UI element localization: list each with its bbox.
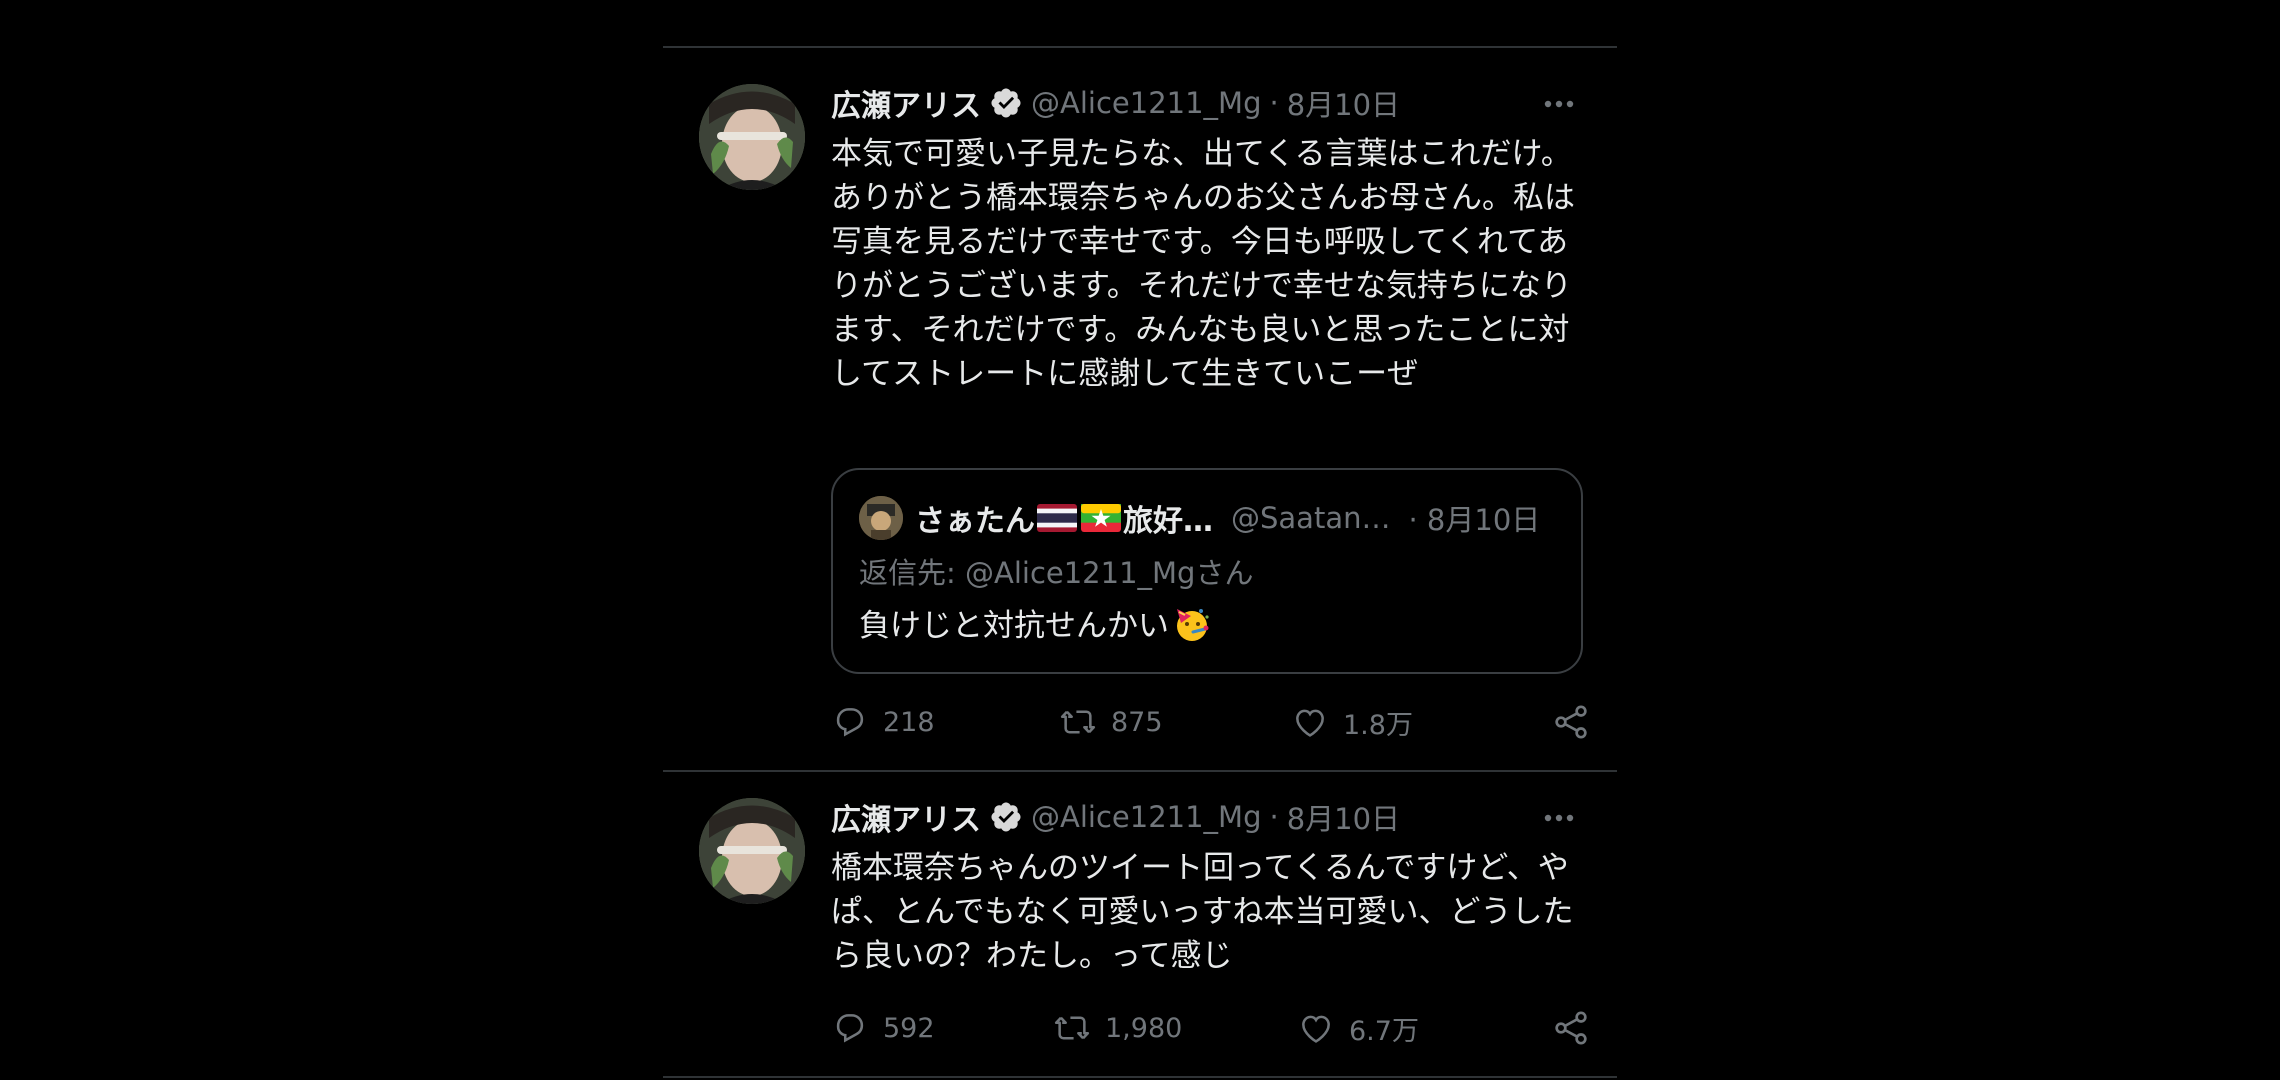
retweet-icon: [1060, 710, 1096, 734]
author-handle[interactable]: @Alice1211_Mg: [1031, 800, 1261, 834]
quoted-date: · 8月10日: [1408, 503, 1541, 537]
retweet-button[interactable]: 875: [1059, 700, 1163, 744]
retweet-button[interactable]: 1,980: [1053, 1006, 1182, 1050]
verified-badge-icon: [991, 802, 1021, 832]
reply-button[interactable]: 218: [831, 700, 935, 744]
share-icon[interactable]: [1551, 702, 1591, 742]
reply-icon: [836, 1014, 864, 1043]
verified-badge-icon: [991, 88, 1021, 118]
like-button[interactable]: 6.7万: [1297, 1006, 1419, 1050]
tweet-header: 広瀬アリス @Alice1211_Mg · 8月10日: [831, 81, 1400, 125]
avatar[interactable]: [699, 798, 805, 904]
quoted-header: さぁたん 旅好… @Saatan… · 8月10日: [915, 496, 1540, 540]
tweet[interactable]: 広瀬アリス @Alice1211_Mg · 8月10日 本気で可愛い子見たらな、…: [663, 48, 1617, 770]
like-count: 1.8万: [1343, 709, 1413, 741]
separator-dot: ·: [1269, 800, 1279, 834]
tweet-date[interactable]: 8月10日: [1287, 796, 1400, 838]
tweet-text: 本気で可愛い子見たらな、出てくる言葉はこれだけ。 ありがとう橋本環奈ちゃんのお父…: [831, 136, 1575, 392]
separator-dot: ·: [1269, 86, 1279, 120]
retweet-count: 1,980: [1105, 1012, 1183, 1044]
author-name[interactable]: 広瀬アリス: [831, 81, 981, 125]
reply-count: 218: [883, 706, 935, 738]
more-options-icon[interactable]: [1539, 84, 1579, 124]
myanmar-flag-icon: [1081, 504, 1121, 532]
heart-icon: [1296, 709, 1324, 737]
quoted-author-name-prefix: さぁたん: [915, 504, 1035, 539]
like-button[interactable]: 1.8万: [1291, 700, 1413, 744]
retweet-icon: [1054, 1016, 1090, 1040]
quoted-text-row: 負けじと対抗せんかい: [859, 600, 1211, 645]
tweet-actions: 592 1,980 6.7万: [831, 1006, 1591, 1050]
timeline-feed: 広瀬アリス @Alice1211_Mg · 8月10日 本気で可愛い子見たらな、…: [663, 0, 1617, 1080]
reply-icon: [836, 708, 864, 737]
quoted-author-name-suffix: 旅好…: [1123, 504, 1213, 539]
share-icon[interactable]: [1551, 1008, 1591, 1048]
divider: [663, 1076, 1617, 1078]
retweet-count: 875: [1111, 706, 1163, 738]
quoted-text: 負けじと対抗せんかい: [859, 608, 1169, 644]
thailand-flag-icon: [1037, 504, 1077, 532]
heart-icon: [1302, 1015, 1330, 1043]
party-face-emoji-icon: [1177, 608, 1209, 641]
author-name[interactable]: 広瀬アリス: [831, 795, 981, 839]
tweet-text: 橋本環奈ちゃんのツイート回ってくるんですけど、やぱ、とんでもなく可愛いっすね本当…: [831, 850, 1574, 974]
quoted-tweet[interactable]: さぁたん 旅好… @Saatan… · 8月10日 返信先: @Alice121…: [831, 468, 1583, 674]
avatar[interactable]: [699, 84, 805, 190]
author-handle[interactable]: @Alice1211_Mg: [1031, 86, 1261, 120]
more-options-icon[interactable]: [1539, 798, 1579, 838]
quoted-author-name: さぁたん 旅好…: [915, 496, 1213, 540]
quoted-avatar-image: [859, 496, 903, 540]
like-count: 6.7万: [1349, 1015, 1419, 1047]
quoted-avatar: [859, 496, 903, 540]
reply-count: 592: [883, 1012, 935, 1044]
avatar-image: [699, 798, 805, 904]
reply-to-text: 返信先: @Alice1211_Mgさん: [859, 556, 1254, 590]
tweet-date[interactable]: 8月10日: [1287, 82, 1400, 124]
tweet-header: 広瀬アリス @Alice1211_Mg · 8月10日: [831, 795, 1400, 839]
tweet[interactable]: 広瀬アリス @Alice1211_Mg · 8月10日 橋本環奈ちゃんのツイート…: [663, 772, 1617, 1074]
avatar-image: [699, 84, 805, 190]
tweet-actions: 218 875 1.8万: [831, 700, 1591, 744]
quoted-handle: @Saatan…: [1231, 501, 1391, 535]
reply-button[interactable]: 592: [831, 1006, 935, 1050]
